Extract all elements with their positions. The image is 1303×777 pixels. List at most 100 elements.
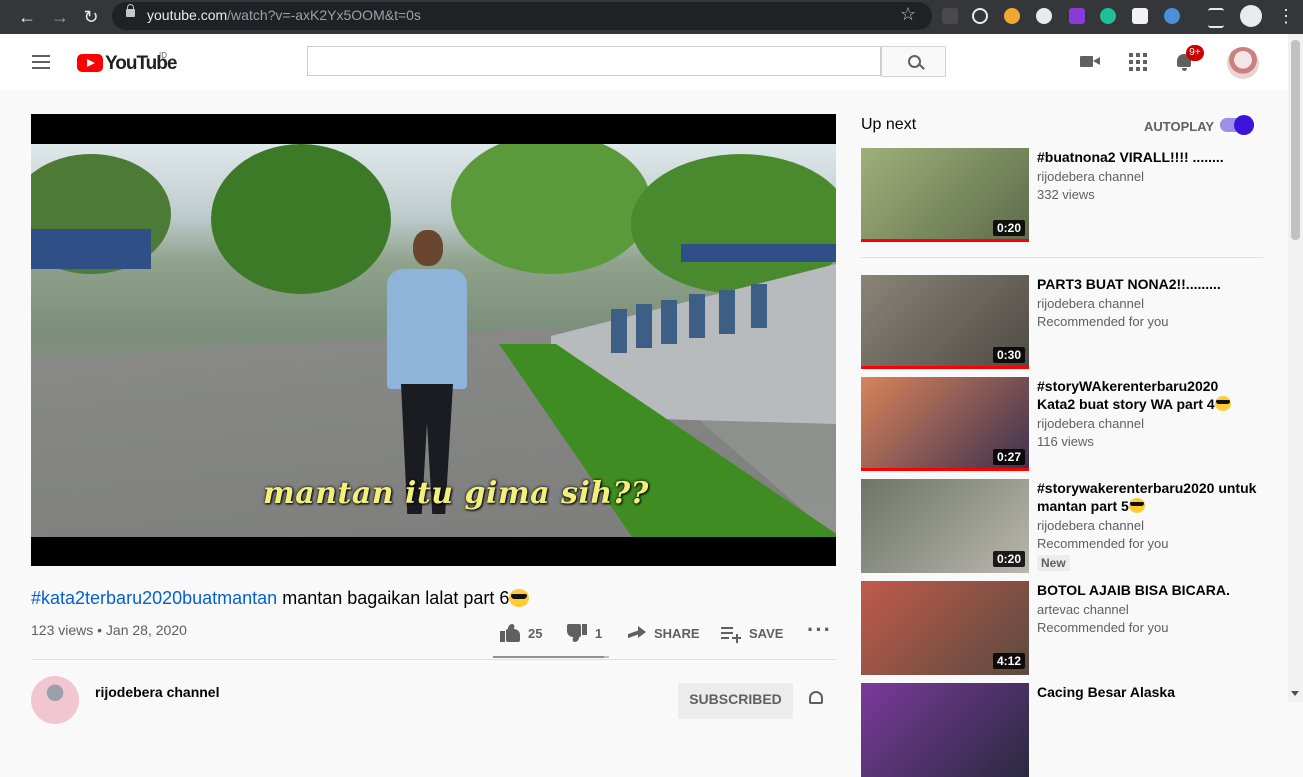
- person: [413, 230, 443, 266]
- video-duration: 0:20: [992, 220, 1025, 236]
- masthead: YouTube ID 9+: [0, 34, 1288, 90]
- extension-icon[interactable]: [942, 8, 958, 24]
- recommendation-info: Recommended for you: [1037, 536, 1169, 551]
- up-next-heading: Up next: [861, 116, 917, 133]
- playlist-add-icon: [721, 624, 741, 643]
- scrollbar-thumb[interactable]: [1291, 40, 1300, 240]
- recommendation-item[interactable]: 0:27 #storyWAkerenterbaru2020 Kata2 buat …: [861, 377, 1263, 471]
- watched-progress-bar: [861, 239, 1029, 242]
- search-button[interactable]: [881, 46, 946, 77]
- scroll-down-arrow-icon[interactable]: [1291, 691, 1299, 696]
- recommendation-item[interactable]: 0:20 #buatnona2 VIRALL!!!! ........ rijode…: [861, 148, 1263, 242]
- apps-grid-icon[interactable]: [1126, 50, 1150, 74]
- video-player[interactable]: mantan itu gima sih??: [31, 114, 836, 566]
- menu-icon[interactable]: [32, 55, 50, 69]
- recommendation-info: 116 views: [1037, 434, 1094, 449]
- recommendation-channel[interactable]: rijodebera channel: [1037, 518, 1144, 533]
- browser-menu-icon[interactable]: ⋮: [1277, 6, 1295, 27]
- video-caption: mantan itu gima sih??: [263, 476, 649, 511]
- extension-icon[interactable]: [972, 8, 988, 24]
- extension-icon[interactable]: [1100, 8, 1116, 24]
- video-thumbnail[interactable]: 0:20: [861, 479, 1029, 573]
- recommendation-item[interactable]: 0:30 PART3 BUAT NONA2!!......... rijodeber…: [861, 275, 1263, 369]
- share-button[interactable]: SHARE: [626, 623, 700, 643]
- dislike-button[interactable]: 1: [567, 623, 602, 643]
- video-thumbnail[interactable]: 0:20: [861, 148, 1029, 242]
- recommendation-item[interactable]: 0:20 #storywakerenterbaru2020 untuk manta…: [861, 479, 1263, 573]
- recommendation-title[interactable]: #buatnona2 VIRALL!!!! ........: [1037, 148, 1257, 166]
- extension-icon[interactable]: [1164, 8, 1180, 24]
- toggle-knob: [1234, 115, 1254, 135]
- dislike-count: 1: [595, 625, 603, 641]
- like-button[interactable]: 25: [500, 623, 542, 643]
- more-actions-icon[interactable]: ···: [807, 619, 832, 641]
- autoplay-toggle[interactable]: [1220, 115, 1254, 135]
- recommendation-info: 332 views: [1037, 187, 1095, 202]
- reload-icon[interactable]: ↻: [79, 5, 103, 29]
- like-count: 25: [528, 625, 543, 641]
- thumbs-up-icon: [500, 624, 520, 642]
- share-icon: [626, 624, 646, 642]
- bookmark-star-icon[interactable]: ☆: [900, 4, 916, 25]
- share-label: SHARE: [654, 625, 700, 641]
- country-code: ID: [159, 51, 167, 60]
- divider: [861, 257, 1263, 258]
- title-hashtag-link[interactable]: #kata2terbaru2020buatmantan: [31, 588, 277, 608]
- sentiment-bar-fill: [493, 656, 605, 658]
- autoplay-label: AUTOPLAY: [1144, 119, 1215, 134]
- profile-icon[interactable]: [1240, 5, 1262, 27]
- recommendation-item[interactable]: Cacing Besar Alaska: [861, 683, 1263, 777]
- sunglasses-emoji-icon: [1128, 498, 1145, 513]
- extension-icon[interactable]: [1069, 8, 1085, 24]
- video-thumbnail[interactable]: 0:27: [861, 377, 1029, 471]
- watched-progress-bar: [861, 468, 1029, 471]
- save-button[interactable]: SAVE: [721, 623, 783, 643]
- recommendation-channel[interactable]: artevac channel: [1037, 602, 1129, 617]
- channel-name[interactable]: rijodebera channel: [95, 684, 219, 700]
- play-logo-icon: [77, 54, 103, 72]
- extension-icon[interactable]: [1036, 8, 1052, 24]
- create-video-icon[interactable]: [1078, 50, 1102, 74]
- channel-avatar[interactable]: [31, 676, 79, 724]
- extension-icon[interactable]: [1004, 8, 1020, 24]
- media-control-icon[interactable]: [1208, 8, 1224, 28]
- video-thumbnail[interactable]: 4:12: [861, 581, 1029, 675]
- new-badge: New: [1037, 555, 1070, 571]
- search-input[interactable]: [307, 46, 881, 76]
- views-date: 123 views • Jan 28, 2020: [31, 622, 187, 638]
- video-thumbnail[interactable]: 0:30: [861, 275, 1029, 369]
- account-avatar[interactable]: [1227, 47, 1259, 79]
- recommendation-channel[interactable]: rijodebera channel: [1037, 169, 1144, 184]
- url-text[interactable]: youtube.com/watch?v=-axK2Yx5OOM&t=0s: [147, 7, 421, 23]
- recommendation-title[interactable]: #storyWAkerenterbaru2020 Kata2 buat stor…: [1037, 377, 1257, 413]
- lock-icon[interactable]: [126, 4, 135, 17]
- video-duration: 0:27: [992, 449, 1025, 465]
- search-icon: [908, 55, 921, 68]
- watched-progress-bar: [861, 366, 1029, 369]
- video-frame: mantan itu gima sih??: [31, 144, 836, 537]
- recommendation-title[interactable]: PART3 BUAT NONA2!!.........: [1037, 275, 1257, 293]
- forward-icon[interactable]: →: [48, 5, 72, 29]
- recommendation-item[interactable]: 4:12 BOTOL AJAIB BISA BICARA. artevac chan…: [861, 581, 1263, 675]
- video-duration: 0:30: [992, 347, 1025, 363]
- title-text: mantan bagaikan lalat part 6: [277, 588, 510, 608]
- recommendation-title[interactable]: #storywakerenterbaru2020 untuk mantan pa…: [1037, 479, 1257, 515]
- notification-badge: 9+: [1186, 45, 1204, 61]
- extension-icon[interactable]: [1132, 8, 1148, 24]
- recommendation-channel[interactable]: rijodebera channel: [1037, 296, 1144, 311]
- recommendation-title[interactable]: Cacing Besar Alaska: [1037, 683, 1257, 701]
- video-thumbnail[interactable]: [861, 683, 1029, 777]
- video-title: #kata2terbaru2020buatmantan mantan bagai…: [31, 588, 530, 609]
- recommendation-info: Recommended for you: [1037, 314, 1169, 329]
- recommendation-channel[interactable]: rijodebera channel: [1037, 416, 1144, 431]
- page-scrollbar[interactable]: [1288, 34, 1303, 702]
- back-icon[interactable]: ←: [15, 5, 39, 29]
- sentiment-bar: [493, 656, 609, 658]
- thumbs-down-icon: [567, 624, 587, 642]
- subscribed-button[interactable]: SUBSCRIBED: [678, 683, 793, 719]
- save-label: SAVE: [749, 625, 784, 641]
- browser-toolbar: ← → ↻ youtube.com/watch?v=-axK2Yx5OOM&t=…: [0, 0, 1303, 34]
- channel-notification-bell-icon[interactable]: [809, 691, 823, 704]
- divider: [31, 659, 836, 660]
- recommendation-title[interactable]: BOTOL AJAIB BISA BICARA.: [1037, 581, 1257, 599]
